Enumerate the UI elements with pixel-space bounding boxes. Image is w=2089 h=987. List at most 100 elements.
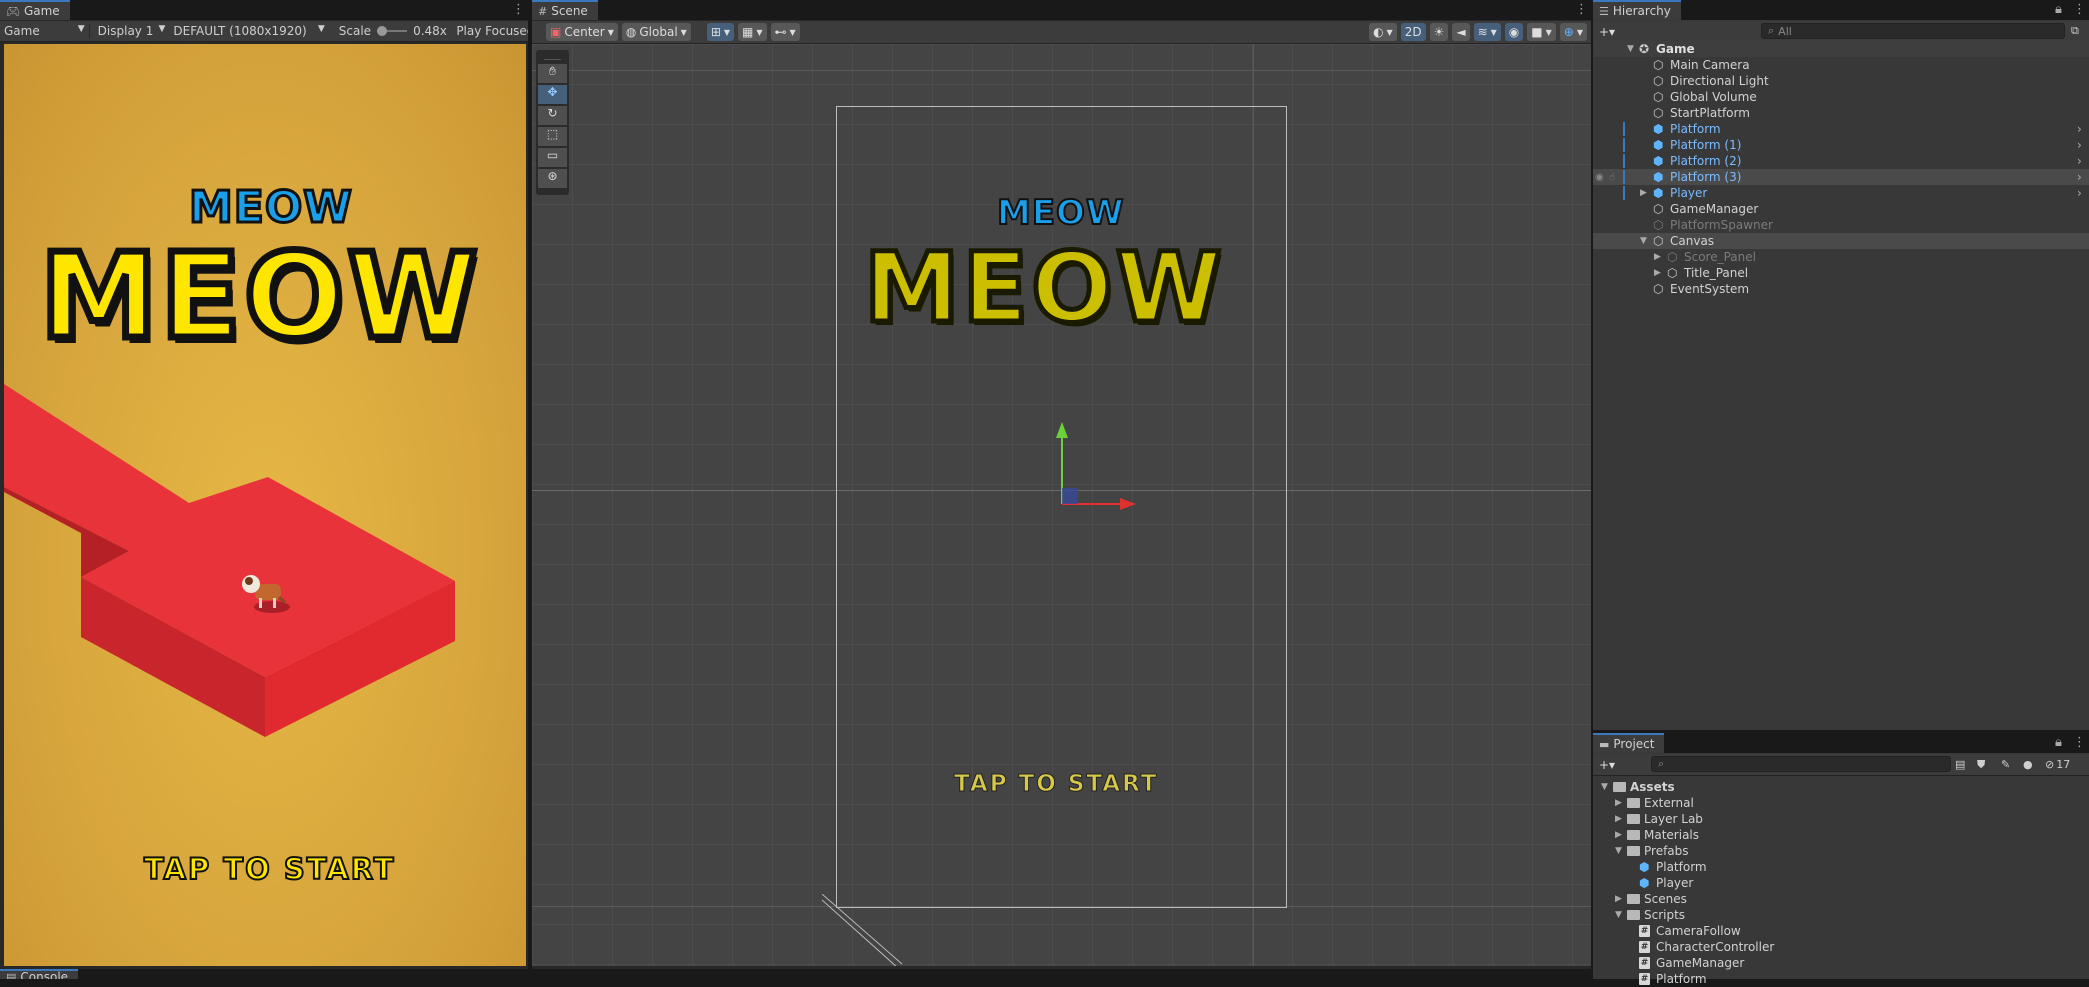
increment-snap-button[interactable]: ⊷ ▼ <box>770 23 800 41</box>
draw-mode-button[interactable]: ◐ ▼ <box>1369 23 1397 41</box>
transform-tool-icon[interactable]: ⊛ <box>538 169 567 188</box>
search-by-label-icon[interactable]: ⛊ <box>1977 758 1985 772</box>
tab-hierarchy[interactable]: ☰ Hierarchy <box>1593 0 1681 20</box>
project-item[interactable]: ▶ External <box>1593 795 2089 811</box>
hierarchy-item[interactable]: ⬡ GameManager <box>1593 201 2089 217</box>
effects-button[interactable]: ≋ ▼ <box>1473 23 1501 41</box>
scale-handle[interactable] <box>377 26 388 36</box>
expand-arrow-icon[interactable]: ▶ <box>1654 252 1661 262</box>
expand-arrow-icon[interactable]: ▶ <box>1615 894 1622 904</box>
expand-arrow-icon[interactable]: ▼ <box>1615 846 1622 856</box>
chevron-right-icon[interactable]: › <box>2077 122 2082 136</box>
display-dropdown[interactable]: Display 1 ▼ <box>90 24 170 38</box>
hierarchy-item-inactive[interactable]: ▶ ⬡ Score_Panel <box>1593 249 2089 265</box>
project-item[interactable]: ▼ Scripts <box>1593 907 2089 923</box>
tab-project[interactable]: ▬ Project <box>1593 733 1665 753</box>
palette-handle[interactable] <box>544 52 561 60</box>
expand-arrow-icon[interactable]: ▶ <box>1615 830 1622 840</box>
rect-tool-icon[interactable]: ▭ <box>538 148 567 167</box>
add-icon[interactable]: +▾ <box>1599 758 1615 772</box>
project-item[interactable]: # CameraFollow <box>1593 923 2089 939</box>
gizmos-button[interactable]: ⊕ ▼ <box>1559 23 1587 41</box>
pick-icon[interactable]: ☝ <box>1609 172 1615 183</box>
hierarchy-item[interactable]: ⬡ Global Volume <box>1593 89 2089 105</box>
search-by-type-icon[interactable]: ▤ <box>1955 758 1965 771</box>
expand-arrow-icon[interactable]: ▶ <box>1654 268 1661 278</box>
scene-viewport[interactable]: ✋︎ ✥ ↻ ⬚ ▭ ⊛ MEOW MEOW TAP TO START <box>532 44 1591 966</box>
eye-icon[interactable]: ◉ <box>1595 172 1604 183</box>
hierarchy-item[interactable]: ⬡ EventSystem <box>1593 281 2089 297</box>
project-item[interactable]: ⬢ Platform <box>1593 859 2089 875</box>
project-item[interactable]: # GameManager <box>1593 955 2089 971</box>
project-item[interactable]: ▶ Layer Lab <box>1593 811 2089 827</box>
scale-slider[interactable]: Scale 0.48x <box>329 24 449 38</box>
gizmo-x-arrow[interactable] <box>1120 498 1136 510</box>
scene-menu-icon[interactable]: ⋮ <box>1575 2 1588 17</box>
move-tool-icon[interactable]: ✥ <box>538 85 567 104</box>
project-item[interactable]: ▶ Materials <box>1593 827 2089 843</box>
project-menu-icon[interactable]: ⋮ <box>2073 735 2086 750</box>
project-item[interactable]: ▼ Prefabs <box>1593 843 2089 859</box>
hierarchy-item-prefab[interactable]: ▶ ⬢ Player › <box>1593 185 2089 201</box>
hierarchy-item[interactable]: ▶ ⬡ Title_Panel <box>1593 265 2089 281</box>
expand-arrow-icon[interactable]: ▶ <box>1640 188 1647 198</box>
grid-toggle-button[interactable]: ▦ ▼ <box>738 23 767 41</box>
camera-button[interactable]: ■ ▼ <box>1527 23 1556 41</box>
chevron-right-icon[interactable]: › <box>2077 170 2082 184</box>
hierarchy-item-prefab[interactable]: ⬢ Platform (1) › <box>1593 137 2089 153</box>
hand-tool-icon[interactable]: ✋︎ <box>538 64 567 83</box>
game-viewport[interactable]: MEOW MEOW TAP TO START <box>4 44 526 966</box>
hierarchy-item-inactive[interactable]: ⬡ PlatformSpawner <box>1593 217 2089 233</box>
chevron-right-icon[interactable]: › <box>2077 138 2082 152</box>
chevron-right-icon[interactable]: › <box>2077 154 2082 168</box>
hidden-packages-toggle[interactable]: ⊘ 17 <box>2045 758 2070 771</box>
lighting-button[interactable]: ☀ <box>1429 23 1449 41</box>
hierarchy-item-prefab[interactable]: ⬢ Platform › <box>1593 121 2089 137</box>
audio-button[interactable]: ◄ <box>1452 23 1470 41</box>
pivot-dropdown[interactable]: ▣ Center ▼ <box>546 23 618 41</box>
gizmo-y-arrow[interactable] <box>1056 422 1068 438</box>
expand-arrow-icon[interactable]: ▼ <box>1627 44 1634 54</box>
tag-icon[interactable]: ✎ <box>2001 758 2010 771</box>
hierarchy-item[interactable]: ⬡ StartPlatform <box>1593 105 2089 121</box>
scale-tool-icon[interactable]: ⬚ <box>538 127 567 146</box>
add-icon[interactable]: +▾ <box>1599 25 1615 39</box>
expand-arrow-icon[interactable]: ▶ <box>1615 798 1622 808</box>
tab-game[interactable]: 🎮︎ Game <box>0 0 70 20</box>
play-focused-dropdown[interactable]: Play Focused <box>448 24 528 38</box>
move-gizmo[interactable] <box>1052 414 1182 514</box>
game-mode-dropdown[interactable]: Game ▼ <box>0 24 90 38</box>
lock-icon[interactable]: 🔒︎ <box>2055 2 2062 17</box>
expand-arrow-icon[interactable]: ▶ <box>1615 814 1622 824</box>
project-item[interactable]: # CharacterController <box>1593 939 2089 955</box>
hierarchy-item[interactable]: ▼ ⬡ Canvas <box>1593 233 2089 249</box>
scene-visibility-icon[interactable]: ⧉ <box>2071 24 2079 38</box>
project-item[interactable]: ▶ Scenes <box>1593 891 2089 907</box>
space-dropdown[interactable]: ◍ Global ▼ <box>621 23 691 41</box>
hierarchy-search-input[interactable]: ⌕ All <box>1761 23 2065 39</box>
expand-arrow-icon[interactable]: ▼ <box>1615 910 1622 920</box>
resolution-dropdown[interactable]: DEFAULT (1080x1920) ▼ <box>169 24 328 38</box>
expand-arrow-icon[interactable]: ▼ <box>1601 782 1608 792</box>
hierarchy-item[interactable]: ⬡ Directional Light <box>1593 73 2089 89</box>
hierarchy-item[interactable]: ⬡ Main Camera <box>1593 57 2089 73</box>
expand-arrow-icon[interactable]: ▼ <box>1640 236 1647 246</box>
game-menu-icon[interactable]: ⋮ <box>512 2 525 17</box>
rotate-tool-icon[interactable]: ↻ <box>538 106 567 125</box>
project-item[interactable]: ▼ Assets <box>1593 779 2089 795</box>
scene-root-row[interactable]: ▼ ✪ Game <box>1593 41 2089 57</box>
hierarchy-item-prefab[interactable]: ⬢ Platform (2) › <box>1593 153 2089 169</box>
project-search-input[interactable]: ⌕ <box>1651 756 1951 772</box>
visibility-button[interactable]: ◉ <box>1504 23 1524 41</box>
gizmo-plane-handle[interactable] <box>1062 488 1078 504</box>
chevron-right-icon[interactable]: › <box>2077 186 2082 200</box>
tab-scene[interactable]: # Scene <box>532 0 598 20</box>
hierarchy-menu-icon[interactable]: ⋮ <box>2073 2 2086 17</box>
mode-2d-button[interactable]: 2D <box>1400 23 1426 41</box>
lock-icon[interactable]: 🔒︎ <box>2055 735 2062 750</box>
warning-icon[interactable]: ● <box>2023 758 2033 771</box>
tab-console[interactable]: ▤ Console <box>0 969 79 979</box>
project-item[interactable]: # Platform <box>1593 971 2089 987</box>
grid-snap-button[interactable]: ⊞ ▼ <box>706 23 735 41</box>
hierarchy-item-prefab[interactable]: ◉ ☝ ⬢ Platform (3) › <box>1593 169 2089 185</box>
